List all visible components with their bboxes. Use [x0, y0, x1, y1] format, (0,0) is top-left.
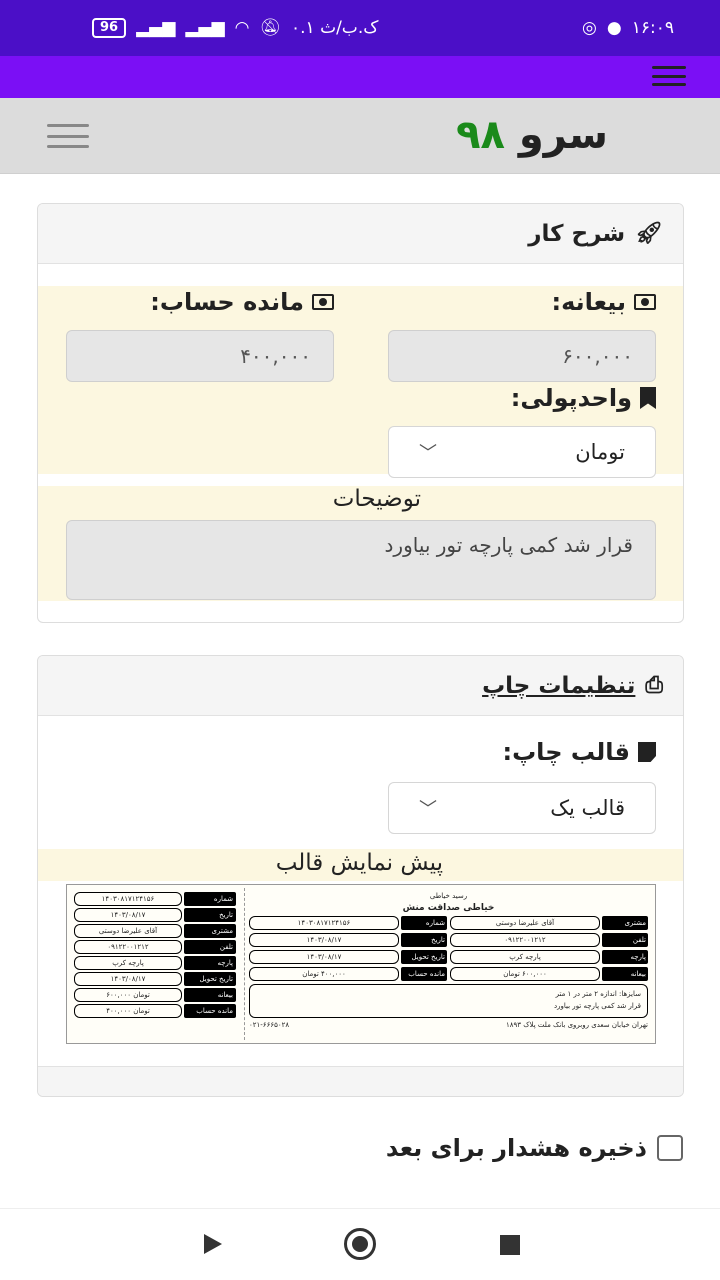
template-select[interactable]: قالب یک ﹀ — [388, 782, 656, 834]
stub-fabric: پارچه کرپ — [74, 956, 182, 970]
stub-phone: ۰۹۱۲۲۰۰۱۲۱۲ — [74, 940, 182, 954]
money-icon — [312, 294, 334, 310]
receipt-value: ۱۴۰۳/۰۸/۱۷ — [249, 950, 399, 964]
stub-deposit: ۶۰۰,۰۰۰ تومان — [74, 988, 182, 1002]
nav-menu-icon[interactable] — [47, 124, 89, 148]
back-icon[interactable] — [204, 1234, 222, 1254]
stub-number-key: شماره — [184, 892, 236, 906]
receipt-key: شماره — [401, 916, 447, 930]
instagram-icon: ◎ — [582, 18, 597, 38]
deposit-label: بیعانه: — [551, 288, 656, 316]
receipt-value: ۴۰۰,۰۰۰ تومان — [249, 967, 399, 981]
stub-customer: آقای علیرضا دوستی — [74, 924, 182, 938]
stub-phone-key: تلفن — [184, 940, 236, 954]
stub-fabric-key: پارچه — [184, 956, 236, 970]
receipt-address: تهران خیابان سعدی روبروی بانک ملت پلاک ۱… — [506, 1021, 648, 1029]
receipt-key: تاریخ — [401, 933, 447, 947]
receipt-phone: ۰۲۱-۶۶۶۵۰۲۸ — [249, 1021, 290, 1029]
clock: ۱۶:۰۹ — [631, 18, 674, 38]
receipt-key: بیعانه — [602, 967, 648, 981]
save-warning-label: ذخیره هشدار برای بعد — [385, 1134, 647, 1162]
app-header — [0, 98, 720, 174]
receipt-key: تلفن — [602, 933, 648, 947]
wifi-icon: ◠ — [234, 18, 250, 38]
bookmark-icon — [640, 387, 656, 409]
receipt-key: مانده حساب — [401, 967, 447, 981]
receipt-value: پارچه کرپ — [450, 950, 600, 964]
signal-icon: ▂▄▆ — [136, 18, 176, 38]
receipt-value: آقای علیرضا دوستی — [450, 916, 600, 930]
network-speed: ۰.۱ ک.ب/ث — [291, 18, 379, 38]
stub-date-key: تاریخ — [184, 908, 236, 922]
receipt-key: مشتری — [602, 916, 648, 930]
home-icon[interactable] — [344, 1228, 376, 1260]
signal-icon-2: ▂▄▆ — [185, 18, 225, 38]
job-description-card: شرح کار 🚀︎ بیعانه: مانده حساب: ۶۰۰,۰۰۰ ۴… — [37, 203, 684, 623]
receipt-shop-name: خیاطی صداقت منش — [402, 903, 495, 913]
balance-input[interactable]: ۴۰۰,۰۰۰ — [66, 330, 334, 382]
print-card-header: تنظیمات چاپ ⎙ — [38, 656, 683, 716]
currency-select[interactable]: تومان ﹀ — [388, 426, 656, 478]
receipt-value: ۱۴۰۳۰۸۱۷۱۲۴۱۵۶ — [249, 916, 399, 930]
toolbar-menu-icon[interactable] — [652, 66, 686, 86]
job-card-title: شرح کار — [528, 220, 626, 247]
deposit-input[interactable]: ۶۰۰,۰۰۰ — [388, 330, 656, 382]
logo-number: ۹۸ — [456, 112, 505, 158]
printer-icon: ⎙ — [645, 673, 663, 698]
receipt-key: پارچه — [602, 950, 648, 964]
receipt-footer: تهران خیابان سعدی روبروی بانک ملت پلاک ۱… — [249, 1021, 648, 1029]
notes-textarea[interactable]: قرار شد کمی پارچه تور بیاورد — [66, 520, 656, 600]
receipt-value: ۶۰۰,۰۰۰ تومان — [450, 967, 600, 981]
currency-label: واحدپولی: — [511, 384, 656, 412]
receipt-note-line: قرار شد کمی پارچه تور بیاورد — [554, 1002, 641, 1010]
receipt-value: ۱۴۰۳/۰۸/۱۷ — [249, 933, 399, 947]
receipt-notes: سایزها: اندازه ۲ متر در ۱ متر قرار شد کم… — [249, 984, 648, 1018]
notes-label: توضیحات — [332, 486, 421, 512]
stub-date: ۱۴۰۳/۰۸/۱۷ — [74, 908, 182, 922]
stub-delivery: ۱۴۰۳/۰۸/۱۷ — [74, 972, 182, 986]
recents-icon[interactable] — [500, 1235, 520, 1255]
receipt-main: رسید خیاطی خیاطی صداقت منش مشتری آقای علی… — [244, 888, 652, 1040]
top-toolbar — [0, 56, 720, 98]
preview-label: پیش نمایش قالب — [275, 850, 443, 876]
receipt-fields: مشتری آقای علیرضا دوستی شماره ۱۴۰۳۰۸۱۷۱۲۴۱… — [249, 916, 648, 981]
receipt-subtitle: رسید خیاطی — [429, 892, 468, 900]
stub-customer-key: مشتری — [184, 924, 236, 938]
print-card-title[interactable]: تنظیمات چاپ — [482, 673, 635, 699]
stub-balance: ۴۰۰,۰۰۰ تومان — [74, 1004, 182, 1018]
template-label: قالب چاپ: — [502, 738, 656, 766]
battery-indicator: 96 — [92, 18, 127, 38]
template-preview: ۱۴۰۳۰۸۱۷۱۲۴۱۵۶ شماره ۱۴۰۳/۰۸/۱۷ تاریخ آقای… — [66, 884, 656, 1044]
receipt-stub: ۱۴۰۳۰۸۱۷۱۲۴۱۵۶ شماره ۱۴۰۳/۰۸/۱۷ تاریخ آقای… — [70, 888, 240, 1040]
logo-word: سرو — [518, 112, 608, 158]
save-warning-row[interactable]: ذخیره هشدار برای بعد — [386, 1134, 683, 1162]
file-icon — [638, 742, 656, 762]
save-warning-checkbox[interactable] — [657, 1135, 683, 1161]
balance-label: مانده حساب: — [150, 288, 334, 316]
stub-balance-key: مانده حساب — [184, 1004, 236, 1018]
stub-number: ۱۴۰۳۰۸۱۷۱۲۴۱۵۶ — [74, 892, 182, 906]
receipt-key: تاریخ تحویل — [401, 950, 447, 964]
stub-delivery-key: تاریخ تحویل — [184, 972, 236, 986]
stub-deposit-key: بیعانه — [184, 988, 236, 1002]
print-settings-card: تنظیمات چاپ ⎙ قالب چاپ: قالب یک ﹀ پیش نم… — [37, 655, 684, 1097]
job-card-header: شرح کار 🚀︎ — [38, 204, 683, 264]
rocket-icon: 🚀︎ — [635, 221, 663, 246]
status-right-group: ◎ ● ۱۶:۰۹ — [582, 18, 674, 38]
app-logo: سرو ۹۸ — [456, 112, 608, 158]
chevron-down-icon: ﹀ — [419, 443, 437, 464]
mute-icon: 🔕︎ — [259, 18, 281, 38]
chevron-down-icon: ﹀ — [419, 799, 437, 820]
money-icon — [634, 294, 656, 310]
receipt-value: ۰۹۱۲۲۰۰۱۲۱۲ — [450, 933, 600, 947]
receipt-note-line: سایزها: اندازه ۲ متر در ۱ متر — [555, 990, 641, 998]
status-left-group: 96 ▂▄▆ ▂▄▆ ◠ 🔕︎ ۰.۱ ک.ب/ث — [92, 18, 378, 38]
status-bar: 96 ▂▄▆ ▂▄▆ ◠ 🔕︎ ۰.۱ ک.ب/ث ◎ ● ۱۶:۰۹ — [0, 0, 720, 56]
card-footer — [38, 1066, 683, 1096]
app-notification-icon: ● — [606, 18, 622, 38]
